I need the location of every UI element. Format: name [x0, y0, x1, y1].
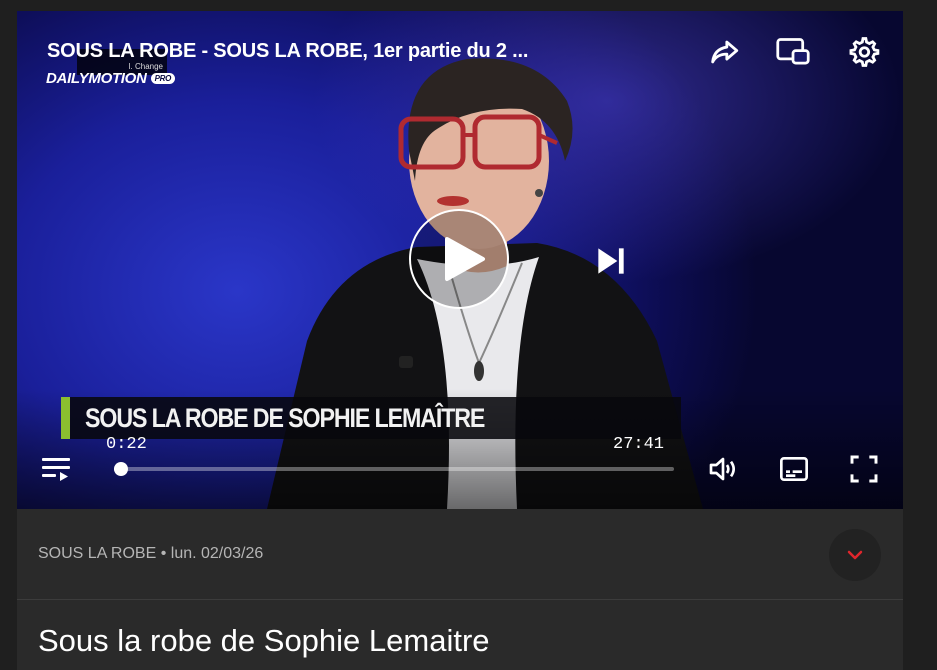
play-button[interactable] — [409, 209, 509, 309]
skip-next-icon[interactable] — [589, 239, 633, 283]
lower-third-accent — [61, 397, 70, 439]
progress-bar[interactable] — [114, 462, 674, 476]
video-title-overlay[interactable]: SOUS LA ROBE - SOUS LA ROBE, 1er partie … — [47, 40, 528, 63]
fullscreen-icon[interactable] — [845, 451, 883, 487]
subtitles-icon[interactable] — [775, 451, 813, 487]
divider — [17, 599, 903, 600]
current-time: 0:22 — [106, 435, 147, 454]
video-meta: SOUS LA ROBE • lun. 02/03/26 — [38, 545, 264, 562]
expand-description-button[interactable] — [829, 529, 881, 581]
video-info-panel: SOUS LA ROBE • lun. 02/03/26 Sous la rob… — [17, 509, 903, 670]
chevron-down-icon — [847, 550, 863, 560]
play-icon — [445, 237, 485, 281]
lower-third-caption: SOUS LA ROBE DE SOPHIE LEMAÎTRE — [61, 397, 681, 439]
logo-pro-badge: PRO — [150, 73, 176, 84]
dailymotion-logo: DAILYMOTION PRO — [46, 70, 176, 87]
gear-icon[interactable] — [844, 33, 882, 71]
share-icon[interactable] — [705, 33, 743, 71]
playlist-icon[interactable] — [39, 454, 73, 484]
duration: 27:41 — [613, 435, 665, 454]
video-title: Sous la robe de Sophie Lemaitre — [38, 623, 490, 658]
video-player[interactable]: l. Change SOUS LA ROBE - SOUS LA ROBE, 1… — [17, 11, 903, 509]
volume-icon[interactable] — [704, 451, 742, 487]
lower-third-text: SOUS LA ROBE DE SOPHIE LEMAÎTRE — [85, 403, 485, 433]
cast-icon[interactable] — [773, 33, 813, 71]
logo-text: DAILYMOTION — [46, 70, 147, 87]
